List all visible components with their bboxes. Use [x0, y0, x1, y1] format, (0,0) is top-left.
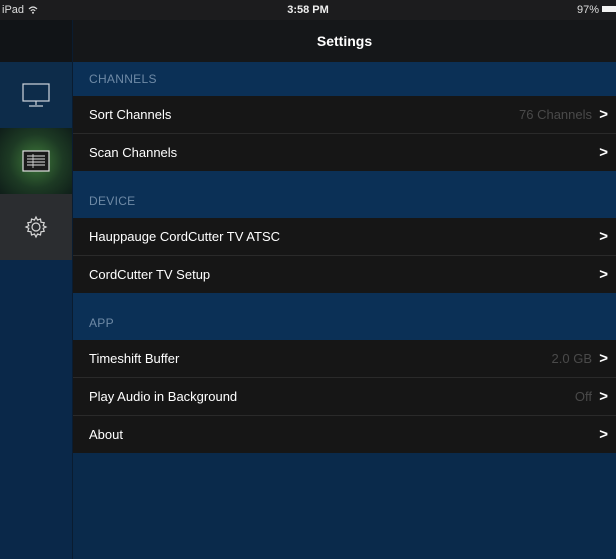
nav-bar: Settings: [73, 20, 616, 62]
status-time: 3:58 PM: [287, 4, 329, 16]
cordcutter-setup-row[interactable]: CordCutter TV Setup >: [73, 256, 616, 293]
chevron-right-icon: >: [599, 144, 608, 161]
sort-channels-row[interactable]: Sort Channels 76 Channels >: [73, 96, 616, 134]
chevron-right-icon: >: [599, 426, 608, 443]
play-audio-background-row[interactable]: Play Audio in Background Off >: [73, 378, 616, 416]
sidebar: [0, 20, 73, 559]
row-detail: 2.0 GB: [551, 351, 592, 366]
guide-list-icon: [22, 150, 50, 172]
gear-icon: [24, 215, 48, 239]
row-label: Play Audio in Background: [89, 389, 238, 404]
battery-percent: 97%: [576, 4, 599, 16]
app-group: Timeshift Buffer 2.0 GB > Play Audio in …: [73, 340, 616, 453]
settings-panel: Settings CHANNELS Sort Channels 76 Chann…: [73, 20, 616, 559]
row-detail: 76 Channels: [519, 107, 592, 122]
section-header-device: DEVICE: [73, 171, 616, 218]
status-bar: iPad 3:58 PM 97%: [0, 0, 616, 20]
row-label: Timeshift Buffer: [89, 351, 180, 366]
status-right: 97%: [577, 4, 616, 16]
row-label: Sort Channels: [89, 107, 172, 122]
chevron-right-icon: >: [599, 350, 608, 367]
scan-channels-row[interactable]: Scan Channels >: [73, 134, 616, 171]
sidebar-item-settings[interactable]: [0, 194, 72, 260]
row-detail: Off: [574, 389, 592, 404]
row-label: CordCutter TV Setup: [89, 267, 211, 282]
sidebar-item-guide[interactable]: [0, 128, 72, 194]
device-name-row[interactable]: Hauppauge CordCutter TV ATSC >: [73, 218, 616, 256]
chevron-right-icon: >: [599, 388, 608, 405]
channels-group: Sort Channels 76 Channels > Scan Channel…: [73, 96, 616, 171]
chevron-right-icon: >: [599, 228, 608, 245]
row-label: Hauppauge CordCutter TV ATSC: [89, 229, 281, 244]
row-label: About: [89, 427, 123, 442]
page-title: Settings: [316, 33, 373, 49]
device-group: Hauppauge CordCutter TV ATSC > CordCutte…: [73, 218, 616, 293]
monitor-icon: [22, 83, 50, 107]
timeshift-buffer-row[interactable]: Timeshift Buffer 2.0 GB >: [73, 340, 616, 378]
chevron-right-icon: >: [599, 106, 608, 123]
chevron-right-icon: >: [599, 266, 608, 283]
sidebar-top: [0, 20, 72, 62]
row-label: Scan Channels: [89, 145, 178, 160]
sidebar-item-tv[interactable]: [0, 62, 72, 128]
section-header-channels: CHANNELS: [73, 62, 616, 96]
battery-icon: [602, 6, 616, 12]
section-header-app: APP: [73, 293, 616, 340]
about-row[interactable]: About >: [73, 416, 616, 453]
